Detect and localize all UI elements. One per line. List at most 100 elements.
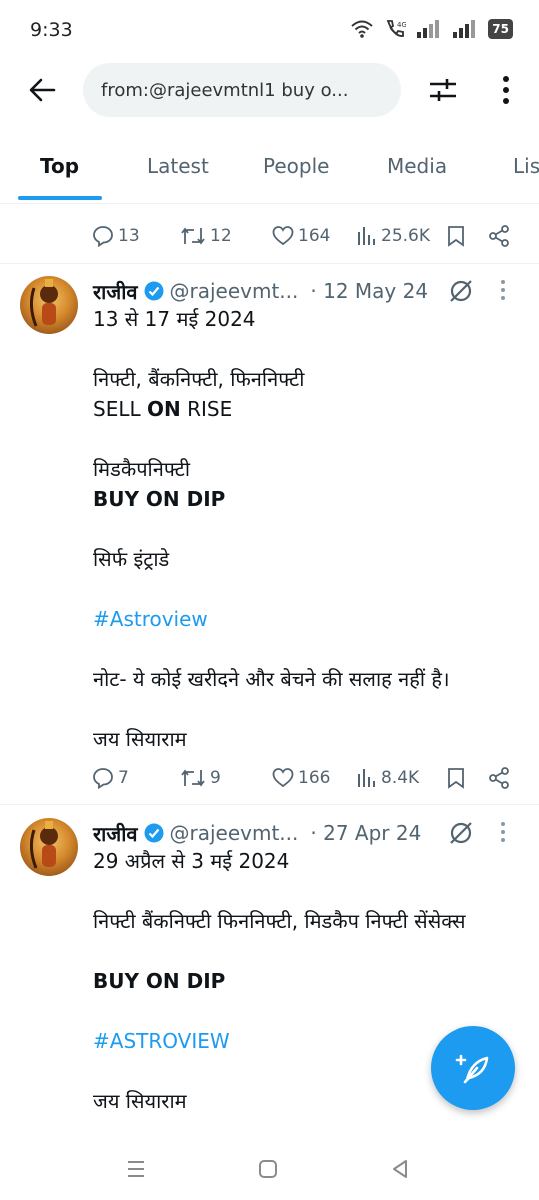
repost-icon (181, 227, 205, 245)
tweet-text: 13 से 17 मई 2024 निफ्टी, बैंकनिफ्टी, फिन… (93, 304, 523, 754)
bookmark-button[interactable] (447, 225, 465, 247)
author-name[interactable]: राजीव (93, 820, 138, 847)
repost-icon (181, 769, 205, 787)
author-handle[interactable]: @rajeevmt... (170, 821, 299, 845)
tweet-actions: 13 12 164 25.6K (90, 221, 520, 251)
search-filter-button[interactable] (424, 72, 462, 108)
share-icon (489, 767, 509, 789)
recent-apps-button[interactable] (116, 1154, 156, 1184)
tweet-line: सिर्फ इंट्राडे (93, 547, 170, 571)
tweet-line: निफ्टी, बैंकनिफ्टी, फिननिफ्टी (93, 367, 305, 391)
repost-button[interactable]: 9 (180, 768, 221, 788)
tweet-line: निफ्टी बैंकनिफ्टी फिननिफ्टी, मिडकैप निफ्… (93, 909, 466, 933)
tab-lists[interactable]: Lis (513, 154, 539, 178)
views-count: 8.4K (381, 768, 420, 788)
views-chart-icon (358, 769, 375, 787)
signal-icon-2 (453, 20, 476, 38)
search-input[interactable] (101, 79, 383, 101)
repost-count: 9 (210, 768, 221, 788)
grok-icon[interactable] (448, 820, 474, 846)
wifi-icon (351, 20, 373, 38)
share-button[interactable] (488, 767, 510, 789)
tweet-line: मिडकैपनिफ्टी (93, 457, 191, 481)
views-button[interactable]: 8.4K (357, 768, 419, 788)
like-button[interactable]: 164 (272, 226, 330, 246)
repost-count: 12 (210, 226, 232, 246)
compose-feather-icon (455, 1054, 489, 1084)
tweet-actions: 7 9 166 8.4K (90, 763, 520, 793)
avatar[interactable] (20, 818, 78, 876)
views-button[interactable]: 25.6K (357, 226, 430, 246)
reply-count: 13 (118, 226, 140, 246)
bookmark-icon (448, 226, 464, 247)
avatar[interactable] (20, 276, 78, 334)
like-count: 164 (298, 226, 331, 246)
author-handle[interactable]: @rajeevmt... (170, 279, 299, 303)
search-header (0, 60, 539, 120)
repost-button[interactable]: 12 (180, 226, 232, 246)
views-chart-icon (358, 227, 375, 245)
home-icon (259, 1160, 277, 1178)
tweet-line: 13 से 17 मई 2024 (93, 307, 256, 331)
more-options-button[interactable] (488, 72, 524, 108)
tab-top[interactable]: Top (40, 154, 79, 178)
heart-icon (272, 226, 294, 246)
search-tabs: Top Latest People Media Lis (0, 140, 539, 204)
like-count: 166 (298, 768, 331, 788)
tweet-line: SELL ON RISE (93, 397, 233, 421)
tweet-date[interactable]: · 12 May 24 (310, 279, 428, 303)
arrow-left-icon (29, 78, 56, 102)
tweet-header: राजीव @rajeevmt... · 27 Apr 24 (93, 818, 523, 848)
tweet-more-icon[interactable] (498, 278, 508, 302)
status-time: 9:33 (30, 19, 73, 41)
tweet-line: BUY ON DIP (93, 969, 226, 993)
sliders-icon (430, 79, 456, 101)
tab-latest[interactable]: Latest (147, 154, 209, 178)
tweet-date[interactable]: · 27 Apr 24 (310, 821, 421, 845)
triangle-back-icon (393, 1160, 407, 1178)
verified-badge-icon (144, 281, 164, 301)
bookmark-button[interactable] (447, 767, 465, 789)
tweet-1[interactable]: राजीव @rajeevmt... · 12 May 24 13 से 17 … (0, 262, 539, 802)
tab-media[interactable]: Media (387, 154, 447, 178)
status-bar: 9:33 4G 75 (0, 0, 539, 60)
battery-indicator: 75 (488, 19, 513, 39)
reply-button[interactable]: 7 (92, 767, 129, 789)
system-nav-bar (0, 1136, 539, 1200)
heart-icon (272, 768, 294, 788)
tweet-line: BUY ON DIP (93, 487, 226, 511)
bookmark-icon (448, 768, 464, 789)
hashtag-link[interactable]: #Astroview (93, 604, 523, 634)
compose-button[interactable] (431, 1026, 515, 1110)
reply-count: 7 (118, 768, 129, 788)
signal-icon-1 (417, 20, 440, 38)
author-name[interactable]: राजीव (93, 278, 138, 305)
avatar-image (29, 821, 58, 869)
tweet-line: जय सियाराम (93, 727, 187, 751)
views-count: 25.6K (381, 226, 430, 246)
active-tab-indicator (18, 196, 102, 200)
status-icons: 4G 75 (350, 18, 513, 40)
search-box[interactable] (83, 63, 401, 117)
share-icon (489, 225, 509, 247)
reply-button[interactable]: 13 (92, 225, 140, 247)
tweet-line: नोट- ये कोई खरीदने और बेचने की सलाह नहीं… (93, 667, 450, 691)
home-button[interactable] (248, 1154, 288, 1184)
tweet-header: राजीव @rajeevmt... · 12 May 24 (93, 276, 523, 306)
verified-badge-icon (144, 823, 164, 843)
reply-icon (93, 768, 113, 789)
back-button[interactable] (22, 72, 62, 108)
more-vertical-icon (503, 76, 509, 104)
avatar-image (29, 279, 58, 327)
tweet-line: 29 अप्रैल से 3 मई 2024 (93, 849, 290, 873)
share-button[interactable] (488, 225, 510, 247)
call-icon: 4G (386, 20, 406, 37)
recents-icon (128, 1161, 144, 1177)
like-button[interactable]: 166 (272, 768, 330, 788)
tweet-more-icon[interactable] (498, 820, 508, 844)
grok-icon[interactable] (448, 278, 474, 304)
system-back-button[interactable] (380, 1154, 420, 1184)
tab-people[interactable]: People (263, 154, 329, 178)
reply-icon (93, 226, 113, 247)
svg-text:4G: 4G (397, 21, 406, 29)
